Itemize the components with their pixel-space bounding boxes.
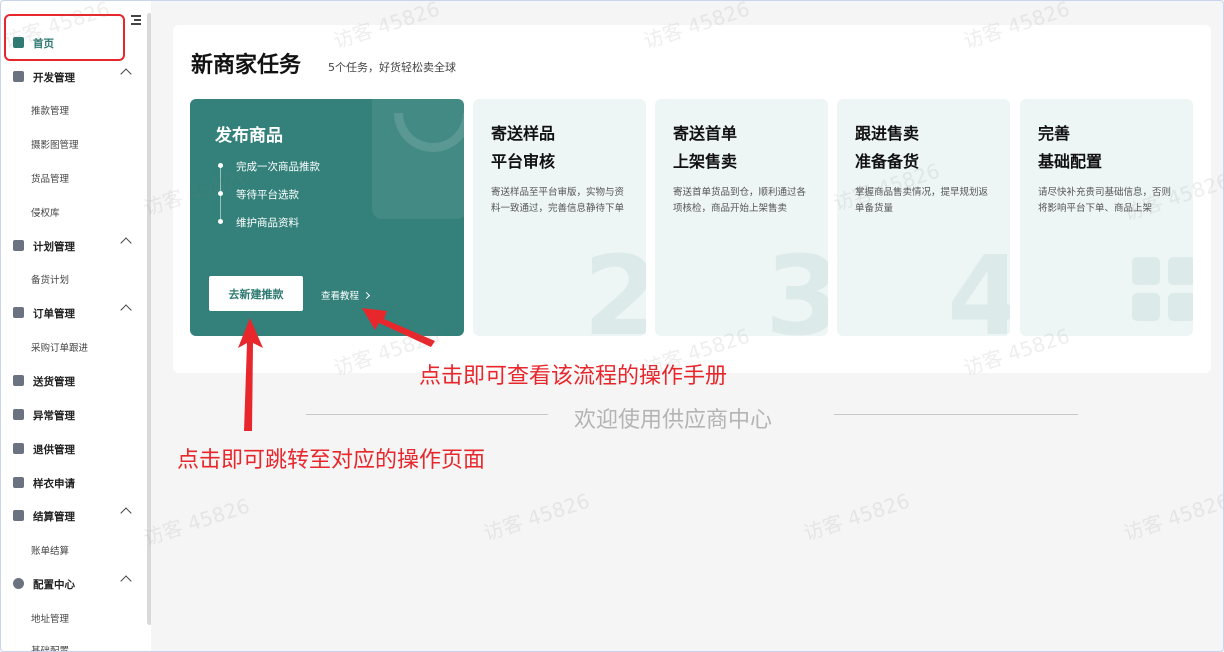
- annotation-arrow-up: [238, 318, 263, 431]
- annotation-arrows: [238, 308, 435, 431]
- annotation-button-hint: 点击即可跳转至对应的操作页面: [177, 448, 486, 473]
- annotation-arrow-tutorial: [362, 308, 435, 347]
- annotation-tutorial-hint: 点击即可查看该流程的操作手册: [419, 364, 728, 389]
- app-frame: 首页 开发管理 推款管理 摄影图管理 货品管理 侵权库 计划管理 备货计划 订单…: [0, 0, 1224, 652]
